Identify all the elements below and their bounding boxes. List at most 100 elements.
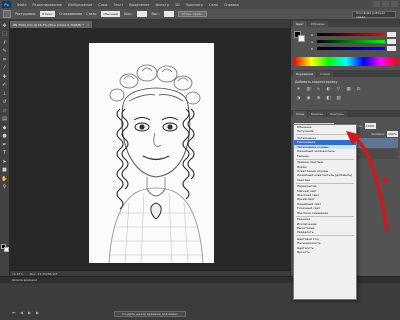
gradient-tool-icon[interactable]: ▤ [1, 117, 8, 124]
hand-tool-icon[interactable]: ✋ [1, 176, 8, 183]
green-value[interactable] [387, 39, 396, 44]
rgb-sliders: R G B [311, 31, 399, 52]
hue-saturation-icon[interactable]: ▦ [345, 87, 352, 93]
background-color-swatch[interactable] [3, 246, 9, 252]
vibrance-icon[interactable]: ▽ [335, 87, 342, 93]
type-tool-icon[interactable]: T [1, 151, 8, 158]
color-balance-icon[interactable]: ⚖ [355, 87, 362, 93]
eraser-tool-icon[interactable]: ▱ [1, 108, 8, 115]
quick-select-tool-icon[interactable]: ✎ [1, 49, 8, 56]
blue-slider[interactable] [317, 47, 385, 50]
tab-paths[interactable]: Контуры [326, 111, 347, 117]
blend-mode-dropdown[interactable]: Обычные Затухание Затемнение Умножение Затем… [293, 124, 357, 300]
posterize-icon[interactable]: ▨ [335, 96, 342, 102]
tab-styles[interactable]: Стили [317, 71, 333, 77]
red-slider-row: R [311, 31, 399, 38]
document-tab-title: ZN 7093_lhl1 @ 16,7% (Фон копия 3, RGB/8… [13, 22, 84, 27]
blend-mode-option[interactable]: Светлее [294, 178, 356, 182]
close-icon[interactable] [391, 1, 398, 7]
zoom-tool-icon[interactable]: ⚲ [1, 185, 8, 192]
menu-file[interactable]: Файл [17, 3, 26, 7]
minimize-icon[interactable] [373, 1, 380, 7]
red-slider[interactable] [317, 33, 385, 36]
path-select-tool-icon[interactable]: ➤ [1, 159, 8, 166]
lasso-tool-icon[interactable]: ℓ [1, 40, 8, 47]
blend-mode-option[interactable]: Жесткое смешение [294, 211, 356, 215]
menu-edit[interactable]: Редактирование [32, 3, 62, 7]
stamp-tool-icon[interactable]: ⊥ [1, 91, 8, 98]
panel-background-swatch[interactable] [298, 35, 305, 42]
green-label: G [311, 39, 314, 44]
fill-input[interactable]: 100% [387, 130, 398, 137]
brush-tool-icon[interactable]: ✍ [1, 83, 8, 90]
zoom-level[interactable]: 16,67% [12, 272, 23, 276]
menu-help[interactable]: Справка [224, 3, 239, 7]
width-label: Шир.: [123, 12, 134, 16]
history-brush-tool-icon[interactable]: ↺ [1, 100, 8, 107]
marquee-preset-icon[interactable] [3, 10, 11, 18]
tab-color[interactable]: Цвет [293, 21, 307, 27]
photoshop-logo: Ps [2, 1, 11, 8]
menu-layer[interactable]: Слои [98, 3, 107, 7]
menu-type[interactable]: Текст [113, 3, 123, 7]
prev-frame-icon[interactable]: ◀ [20, 310, 25, 315]
next-frame-icon[interactable]: ▶ [36, 310, 41, 315]
width-input[interactable] [137, 11, 148, 17]
tab-channels[interactable]: Каналы [307, 111, 326, 117]
refine-edge-button[interactable]: Уточн. край... [178, 11, 208, 17]
exposure-icon[interactable]: ◐ [325, 87, 332, 93]
crop-tool-icon[interactable]: ⌗ [1, 57, 8, 64]
brightness-icon[interactable]: ☀ [295, 87, 302, 93]
red-value[interactable] [387, 32, 396, 37]
document-tab[interactable]: ZN 7093_lhl1 @ 16,7% (Фон копия 3, RGB/8… [10, 21, 93, 28]
blue-value[interactable] [387, 46, 396, 51]
canvas-area[interactable] [10, 28, 290, 270]
menu-3d[interactable]: 3D [175, 3, 180, 7]
height-input[interactable] [164, 11, 175, 17]
document-size: Док: 34,3М/86,9М [29, 271, 57, 276]
move-tool-icon[interactable]: ✥ [1, 23, 8, 30]
pen-tool-icon[interactable]: ✒ [1, 142, 8, 149]
tab-adjustments[interactable]: Коррекция [293, 71, 317, 77]
levels-icon[interactable]: ▥ [305, 87, 312, 93]
channel-mixer-icon[interactable]: ⊕ [315, 96, 322, 102]
create-video-timeline-button[interactable]: Создать шкалу времени для видео [114, 311, 186, 317]
tab-swatches[interactable]: Образцы [307, 21, 328, 27]
play-icon[interactable]: ▶ [28, 310, 33, 315]
feather-input[interactable]: 0 пикс. [40, 11, 56, 17]
curves-icon[interactable]: ∿ [315, 87, 322, 93]
black-white-icon[interactable]: ◑ [295, 96, 302, 102]
color-spectrum[interactable] [294, 57, 398, 66]
canvas-image[interactable] [89, 43, 214, 263]
tools-panel: ✥ ⬚ ℓ ✎ ⌗ ⁄ ✚ ✍ ⊥ ↺ ▱ ▤ ◆ ● ✒ T ➤ ■ ✋ ⚲ [0, 20, 10, 276]
blend-mode-option[interactable]: Разделить [294, 230, 356, 234]
marquee-tool-icon[interactable]: ⬚ [1, 32, 8, 39]
style-select[interactable]: Обычный [101, 11, 120, 17]
menu-image[interactable]: Изображение [68, 3, 92, 7]
antialias-checkbox[interactable]: Сглаживание [59, 12, 82, 16]
opacity-input[interactable]: 100% [364, 122, 376, 129]
eyedropper-tool-icon[interactable]: ⁄ [1, 66, 8, 73]
close-tab-icon[interactable]: × [87, 23, 90, 27]
dodge-tool-icon[interactable]: ● [1, 134, 8, 141]
photo-filter-icon[interactable]: ◉ [305, 96, 312, 102]
workspace-select[interactable]: Основная рабочая среда [352, 11, 396, 19]
blend-mode-option[interactable]: Затухание [294, 129, 356, 133]
tab-layers[interactable]: Слои [293, 111, 307, 117]
blend-mode-option[interactable]: Яркость [294, 250, 356, 254]
shape-tool-icon[interactable]: ■ [1, 168, 8, 175]
window-controls [373, 1, 398, 7]
options-bar: Растушевка: 0 пикс. Сглаживание Стиль: О… [0, 9, 400, 20]
menu-window[interactable]: Окно [209, 3, 218, 7]
menu-filter[interactable]: Фильтр [155, 3, 168, 7]
invert-icon[interactable]: ◧ [325, 96, 332, 102]
menu-select[interactable]: Выделение [129, 3, 149, 7]
blend-mode-option[interactable]: Темнее [294, 154, 356, 158]
healing-tool-icon[interactable]: ✚ [1, 74, 8, 81]
blur-tool-icon[interactable]: ◆ [1, 125, 8, 132]
menu-view[interactable]: Просмотр [186, 3, 203, 7]
first-frame-icon[interactable]: ⏮ [12, 310, 17, 315]
color-panel-tabs: Цвет Образцы [291, 20, 400, 27]
maximize-icon[interactable] [382, 1, 389, 7]
green-slider[interactable] [317, 40, 385, 43]
